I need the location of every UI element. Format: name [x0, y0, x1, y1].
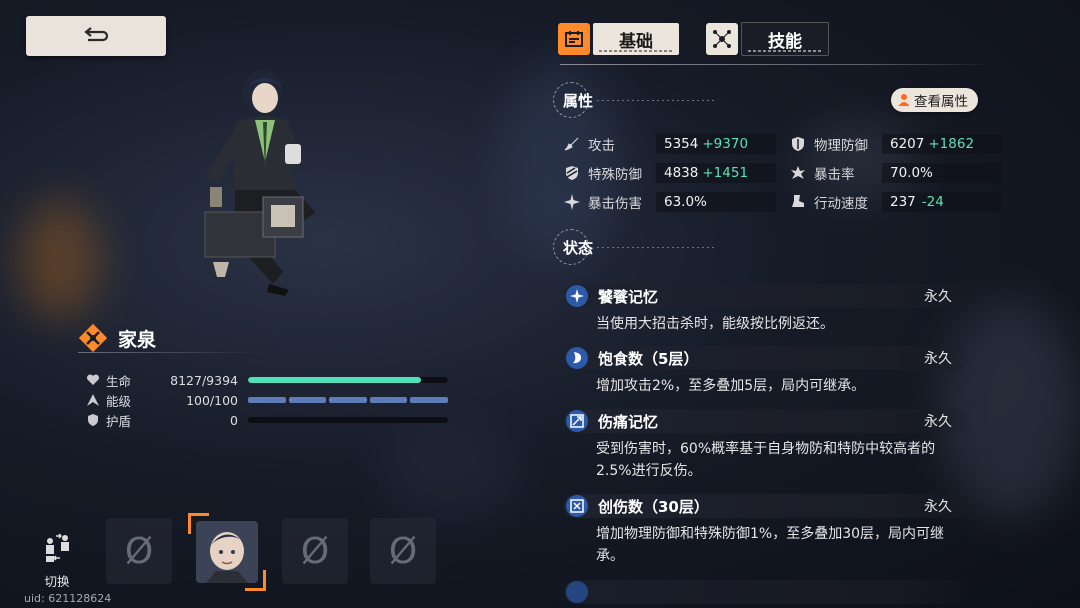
status-item: 伤痛记忆 永久 受到伤害时，60%概率基于自身物防和特防中较高者的2.5%进行反…: [564, 409, 968, 482]
name-divider: [78, 352, 258, 353]
status-item: 饱食数（5层） 永久 增加攻击2%，至多叠加5层，局内可继承。: [564, 346, 968, 397]
pain-icon: [566, 410, 588, 432]
hp-bar: [248, 377, 448, 383]
tab-divider: [560, 64, 996, 65]
attr-attack: 攻击 5354 +9370: [564, 133, 776, 155]
switch-label: 切换: [44, 574, 70, 589]
shield-label: 护盾: [106, 413, 132, 429]
energy-stat: 能级 100/100: [86, 391, 238, 409]
energy-value: 100/100: [186, 392, 238, 408]
status-item-partial: [564, 580, 968, 608]
sword-icon: [564, 136, 580, 152]
star-burst-icon: [564, 194, 580, 210]
team-slot-empty[interactable]: Ø: [282, 518, 348, 584]
team-slot-active[interactable]: [188, 513, 266, 591]
hp-stat: 生命 8127/9394: [86, 371, 238, 389]
view-attributes-button[interactable]: 查看属性: [891, 88, 978, 112]
status-title: 状态: [563, 238, 594, 257]
character-name-row: 家泉: [78, 322, 258, 354]
boot-icon: [790, 194, 806, 210]
hp-bar-fill: [248, 377, 421, 383]
attributes-header: 属性: [553, 82, 717, 118]
switch-button[interactable]: 切换: [38, 532, 76, 590]
tab-basic[interactable]: 基础: [558, 22, 679, 56]
shield-value: 0: [230, 412, 238, 428]
calendar-icon: [558, 23, 590, 55]
attr-crit-rate: 暴击率 70.0%: [790, 162, 1002, 184]
tab-basic-label: 基础: [593, 23, 679, 55]
memory-sparkle-icon: [566, 285, 588, 307]
status-header: 状态: [553, 229, 717, 265]
person-icon: [898, 94, 910, 106]
character-name: 家泉: [118, 328, 157, 351]
stripes-shield-icon: [564, 165, 580, 181]
heart-icon: [86, 373, 100, 387]
uid-label: uid: 621128624: [24, 592, 112, 605]
character-portrait: [204, 70, 315, 296]
shield-icon: [790, 136, 806, 152]
hp-value: 8127/9394: [170, 372, 238, 388]
back-button[interactable]: [26, 16, 166, 56]
tab-skills[interactable]: 技能: [706, 22, 829, 56]
hp-label: 生命: [106, 373, 132, 389]
element-diamond-icon: [78, 323, 108, 353]
switch-people-icon: [46, 533, 69, 562]
molecule-icon: [706, 23, 738, 55]
attributes-title: 属性: [563, 91, 594, 110]
attr-speed: 行动速度 237 -24: [790, 191, 1002, 213]
energy-triangle-icon: [86, 393, 100, 407]
wound-icon: [566, 495, 588, 517]
view-attributes-label: 查看属性: [914, 94, 968, 110]
status-item: 饕餮记忆 永久 当使用大招击杀时，能级按比例返还。: [564, 284, 968, 335]
attr-crit-damage: 暴击伤害 63.0%: [564, 191, 776, 213]
burst-icon: [790, 165, 806, 181]
energy-label: 能级: [106, 393, 132, 409]
attr-special-defense: 特殊防御 4838 +1451: [564, 162, 776, 184]
shield-bar: [248, 417, 448, 423]
back-arrow-icon: [84, 27, 109, 42]
attr-physical-defense: 物理防御 6207 +1862: [790, 133, 1002, 155]
status-item: 创伤数（30层） 永久 增加物理防御和特殊防御1%，至多叠加30层，局内可继承。: [564, 494, 968, 567]
shield-stat: 护盾 0: [86, 411, 238, 429]
team-slot-empty[interactable]: Ø: [370, 518, 436, 584]
energy-bar: [248, 397, 448, 403]
tab-skills-label: 技能: [741, 22, 829, 56]
satiety-icon: [566, 347, 588, 369]
team-slot-empty[interactable]: Ø: [106, 518, 172, 584]
shield-icon: [86, 413, 100, 427]
